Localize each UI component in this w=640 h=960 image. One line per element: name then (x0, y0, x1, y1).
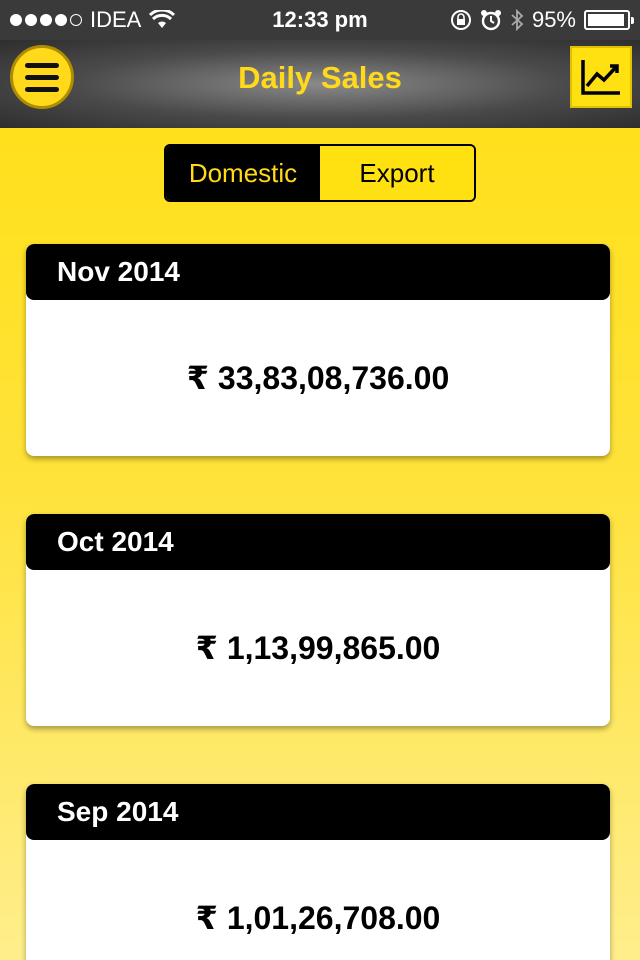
battery-level (588, 14, 625, 26)
card-amount: ₹ 1,01,26,708.00 (195, 900, 441, 936)
battery-icon (584, 10, 634, 30)
chart-button[interactable] (570, 46, 632, 108)
page-title: Daily Sales (238, 60, 402, 95)
sales-type-segmented-control: Domestic Export (164, 144, 476, 202)
bluetooth-icon (511, 9, 524, 31)
card-month: Nov 2014 (26, 244, 610, 300)
tab-domestic[interactable]: Domestic (166, 146, 320, 200)
sales-card[interactable]: Nov 2014 ₹ 33,83,08,736.00 (26, 244, 610, 456)
tab-export[interactable]: Export (320, 146, 474, 200)
card-month: Oct 2014 (26, 514, 610, 570)
rotation-lock-icon (450, 10, 471, 30)
sales-card[interactable]: Sep 2014 ₹ 1,01,26,708.00 (26, 784, 610, 960)
card-amount: ₹ 1,13,99,865.00 (195, 630, 441, 666)
wifi-icon (149, 10, 176, 28)
carrier-name: IDEA (90, 7, 142, 32)
sales-card[interactable]: Oct 2014 ₹ 1,13,99,865.00 (26, 514, 610, 726)
status-bar: IDEA 12:33 pm 95% (0, 0, 640, 40)
status-left: IDEA (10, 7, 176, 33)
trend-chart-icon (581, 60, 620, 95)
card-month: Sep 2014 (26, 784, 610, 840)
status-right: 95% (450, 7, 634, 33)
navigation-bar: Daily Sales (0, 40, 640, 128)
card-amount: ₹ 33,83,08,736.00 (186, 360, 450, 396)
alarm-icon (480, 10, 501, 31)
signal-strength-icon (10, 14, 82, 26)
battery-percent: 95% (531, 7, 576, 32)
